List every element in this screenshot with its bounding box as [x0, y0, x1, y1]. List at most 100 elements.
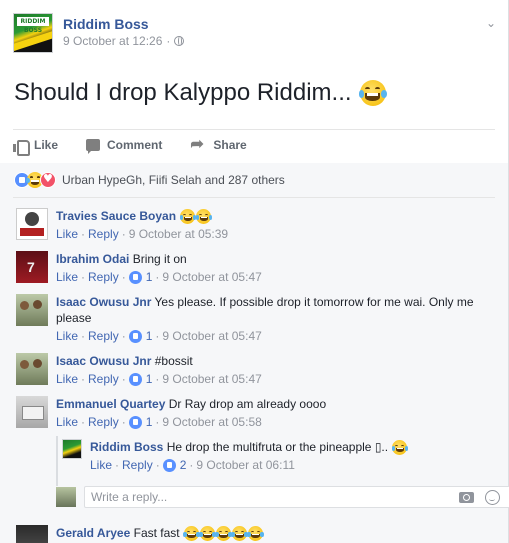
- tears-of-joy-emoji-icon: [231, 526, 248, 542]
- comment-reply-link[interactable]: Reply: [88, 371, 119, 387]
- like-count-icon: [162, 458, 176, 472]
- post-header: RIDDIM BOSS Riddim Boss 9 October at 12:…: [13, 13, 185, 57]
- action-bar: Like Comment ➦ Share: [13, 131, 275, 159]
- divider: [13, 129, 495, 130]
- share-icon: ➦: [190, 136, 204, 153]
- commenter-name[interactable]: Gerald Aryee: [56, 526, 130, 540]
- comment-reply-link[interactable]: Reply: [88, 269, 119, 285]
- like-count-icon: [128, 329, 142, 343]
- comment-body: Emmanuel Quartey Dr Ray drop am already …: [56, 396, 486, 430]
- comment-actions: Like · Reply · 9 October at 05:39: [56, 226, 229, 242]
- avatar: [56, 487, 76, 507]
- tears-of-joy-emoji-icon: [358, 80, 387, 106]
- reply-input[interactable]: [91, 490, 411, 504]
- commenter-name[interactable]: Riddim Boss: [90, 440, 163, 454]
- commenter-name[interactable]: Ibrahim Odai: [56, 252, 129, 266]
- like-label: Like: [34, 138, 59, 152]
- comment-time[interactable]: 9 October at 05:39: [129, 226, 228, 242]
- like-icon: [13, 139, 30, 156]
- tears-of-joy-emoji-icon: [183, 526, 200, 542]
- comment-reply-link[interactable]: Reply: [122, 457, 153, 473]
- comment: Gerald Aryee Fast fast: [16, 525, 486, 543]
- commenter-name[interactable]: Isaac Owusu Jnr: [56, 295, 151, 309]
- avatar[interactable]: [16, 396, 48, 428]
- like-count[interactable]: 1: [146, 414, 153, 430]
- like-count[interactable]: 1: [146, 269, 153, 285]
- comment-reply-link[interactable]: Reply: [88, 328, 119, 344]
- comment-actions: Like · Reply · 1 · 9 October at 05:47: [56, 371, 262, 387]
- like-button[interactable]: Like: [13, 138, 59, 156]
- tears-of-joy-emoji-icon: [199, 526, 216, 542]
- post-message: Should I drop Kalyppo Riddim...: [14, 79, 352, 106]
- comment-like-link[interactable]: Like: [56, 328, 78, 344]
- like-count[interactable]: 2: [180, 457, 187, 473]
- header-text: Riddim Boss 9 October at 12:26 ·: [63, 13, 185, 57]
- post-card: RIDDIM BOSS Riddim Boss 9 October at 12:…: [0, 0, 509, 543]
- divider: [13, 197, 495, 198]
- like-count-icon: [128, 270, 142, 284]
- camera-icon[interactable]: [459, 492, 474, 503]
- comment-time[interactable]: 9 October at 05:58: [162, 414, 261, 430]
- page-avatar[interactable]: RIDDIM BOSS: [13, 13, 53, 53]
- comment-like-link[interactable]: Like: [56, 226, 78, 242]
- comment: Ibrahim Odai Bring it on Like · Reply · …: [16, 251, 486, 285]
- comment-body: Ibrahim Odai Bring it on Like · Reply · …: [56, 251, 486, 285]
- reply-input-box[interactable]: [84, 486, 509, 508]
- chevron-down-icon[interactable]: ⌄: [484, 17, 498, 29]
- meta-separator: ·: [166, 34, 171, 48]
- comment-icon: [86, 139, 101, 154]
- comment-time[interactable]: 9 October at 05:47: [162, 371, 261, 387]
- share-label: Share: [213, 138, 247, 152]
- avatar[interactable]: [16, 294, 48, 326]
- comment-reply-link[interactable]: Reply: [88, 226, 119, 242]
- comment-body: Riddim Boss He drop the multifruta or th…: [90, 439, 492, 473]
- comment-text: Fast fast: [133, 526, 180, 540]
- tears-of-joy-emoji-icon: [215, 526, 232, 542]
- smiley-icon[interactable]: [485, 490, 500, 505]
- like-count[interactable]: 1: [146, 328, 153, 344]
- like-count[interactable]: 1: [146, 371, 153, 387]
- comment: Isaac Owusu Jnr #bossit Like · Reply · 1…: [16, 353, 486, 387]
- avatar-badge-text: RIDDIM BOSS: [17, 17, 49, 34]
- love-reaction-icon: [40, 172, 56, 188]
- comment-text: Dr Ray drop am already oooo: [168, 397, 327, 411]
- comment-body: Travies Sauce Boyan Like · Reply · 9 Oct…: [56, 208, 486, 242]
- comment-text: #bossit: [154, 354, 193, 368]
- reply-comment: Riddim Boss He drop the multifruta or th…: [62, 439, 492, 473]
- comment-time[interactable]: 9 October at 05:47: [162, 328, 261, 344]
- reply-input-row: [56, 486, 509, 508]
- commenter-name[interactable]: Travies Sauce Boyan: [56, 209, 176, 223]
- comment-like-link[interactable]: Like: [56, 269, 78, 285]
- avatar[interactable]: [16, 525, 48, 543]
- like-count-icon: [128, 372, 142, 386]
- comment-reply-link[interactable]: Reply: [88, 414, 119, 430]
- comment-body: Isaac Owusu Jnr #bossit Like · Reply · 1…: [56, 353, 486, 387]
- comment: Emmanuel Quartey Dr Ray drop am already …: [16, 396, 486, 430]
- reactions-summary[interactable]: Urban HypeGh, Fiifi Selah and 287 others: [14, 172, 285, 188]
- comment: Isaac Owusu Jnr Yes please. If possible …: [16, 294, 486, 344]
- comment-actions: Like · Reply · 1 · 9 October at 05:47: [56, 328, 262, 344]
- comment-time[interactable]: 9 October at 06:11: [196, 457, 295, 473]
- post-timestamp[interactable]: 9 October at 12:26: [63, 33, 162, 49]
- avatar[interactable]: [62, 439, 82, 459]
- commenter-name[interactable]: Isaac Owusu Jnr: [56, 354, 151, 368]
- post-meta: 9 October at 12:26 ·: [63, 33, 185, 49]
- avatar[interactable]: [16, 353, 48, 385]
- reactions-text[interactable]: Urban HypeGh, Fiifi Selah and 287 others: [62, 173, 285, 187]
- commenter-name[interactable]: Emmanuel Quartey: [56, 397, 165, 411]
- comments-section: Urban HypeGh, Fiifi Selah and 287 others…: [0, 163, 509, 543]
- comment-label: Comment: [107, 138, 163, 152]
- post-text: Should I drop Kalyppo Riddim...: [14, 78, 387, 108]
- comment-like-link[interactable]: Like: [56, 371, 78, 387]
- comment-button[interactable]: Comment: [86, 138, 163, 154]
- avatar[interactable]: [16, 208, 48, 240]
- avatar[interactable]: [16, 251, 48, 283]
- comment-time[interactable]: 9 October at 05:47: [162, 269, 261, 285]
- comment-text: Bring it on: [132, 252, 187, 266]
- comment-like-link[interactable]: Like: [56, 414, 78, 430]
- globe-icon[interactable]: [174, 36, 185, 46]
- comment: Travies Sauce Boyan Like · Reply · 9 Oct…: [16, 208, 486, 242]
- page-name[interactable]: Riddim Boss: [63, 15, 184, 33]
- comment-like-link[interactable]: Like: [90, 457, 112, 473]
- share-button[interactable]: ➦ Share: [190, 136, 247, 153]
